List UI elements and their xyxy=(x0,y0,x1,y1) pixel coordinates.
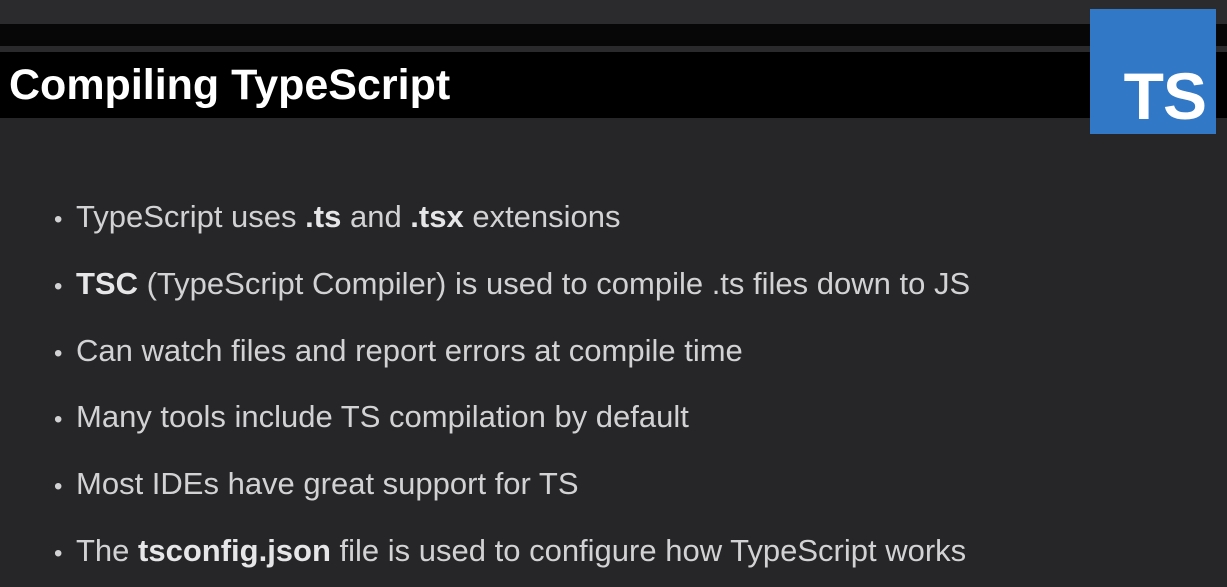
bullet-ts-extensions: • TypeScript uses .ts and .tsx extensions xyxy=(54,195,621,239)
bullet-dot: • xyxy=(54,273,63,300)
bullet-emphasis: .tsx xyxy=(410,199,464,234)
bullet-dot: • xyxy=(54,340,63,367)
bullet-dot: • xyxy=(54,540,63,567)
top-dark-stripe xyxy=(0,24,1227,46)
bullet-text: extensions xyxy=(463,199,621,234)
typescript-logo-text: TS xyxy=(1123,59,1207,133)
bullet-emphasis: tsconfig.json xyxy=(138,533,331,568)
slide-title: Compiling TypeScript xyxy=(9,61,451,109)
typescript-logo-icon: TS xyxy=(1090,9,1216,134)
bullet-dot: • xyxy=(54,206,63,233)
bullet-dot: • xyxy=(54,406,63,433)
bullet-emphasis: .ts xyxy=(305,199,342,234)
bullet-text: Most IDEs have great support for TS xyxy=(76,466,579,501)
bullet-tools-compilation: • Many tools include TS compilation by de… xyxy=(54,395,689,439)
bullet-text: Many tools include TS compilation by def… xyxy=(76,399,689,434)
bullet-text: Can watch files and report errors at com… xyxy=(76,333,743,368)
bullet-tsc-compiler: • TSC (TypeScript Compiler) is used to co… xyxy=(54,262,970,306)
bullet-text: file is used to configure how TypeScript… xyxy=(330,533,967,568)
top-background-band xyxy=(0,0,1227,24)
bullet-dot: • xyxy=(54,473,63,500)
bullet-text: TypeScript uses xyxy=(76,199,306,234)
bullet-ide-support: • Most IDEs have great support for TS xyxy=(54,462,579,506)
bullet-text: and xyxy=(341,199,411,234)
bullet-emphasis: TSC xyxy=(76,266,138,301)
bullet-watch-files: • Can watch files and report errors at co… xyxy=(54,329,743,373)
bullet-text: (TypeScript Compiler) is used to compile… xyxy=(138,266,971,301)
bullet-text: The xyxy=(76,533,139,568)
bullet-tsconfig: • The tsconfig.json file is used to confi… xyxy=(54,529,966,573)
